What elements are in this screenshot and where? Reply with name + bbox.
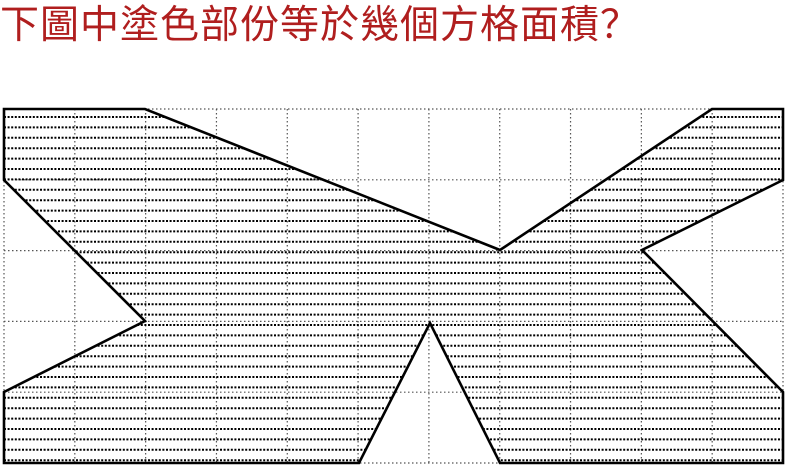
- shaded-shape-outline: [2, 107, 785, 465]
- dotted-grid: [3, 108, 784, 464]
- shaded-hatching: [4, 116, 783, 462]
- grid-figure: [2, 107, 785, 465]
